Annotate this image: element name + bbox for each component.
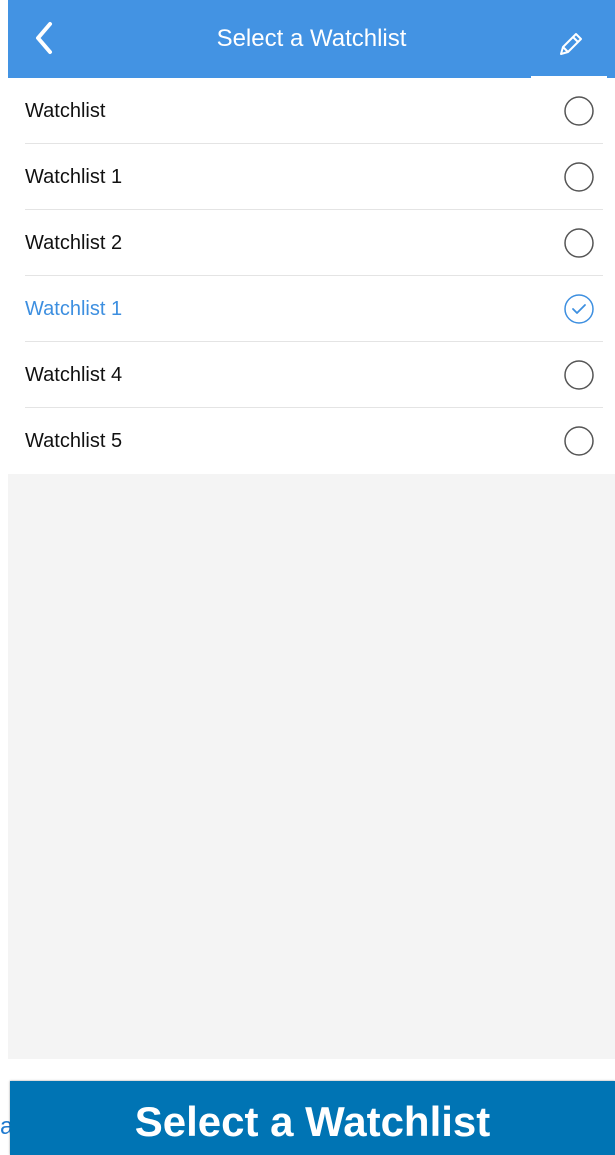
radio-unchecked-icon[interactable] bbox=[563, 227, 595, 259]
list-item[interactable]: Watchlist 2 bbox=[8, 210, 615, 276]
screen: Select a Watchlist Watchlist Watchlist 1… bbox=[0, 0, 615, 1155]
radio-unchecked-icon[interactable] bbox=[563, 95, 595, 127]
radio-unchecked-icon[interactable] bbox=[563, 161, 595, 193]
radio-unchecked-icon[interactable] bbox=[563, 425, 595, 457]
nav-bar: Select a Watchlist bbox=[8, 0, 615, 78]
list-item-label: Watchlist 5 bbox=[25, 430, 123, 452]
list-item[interactable]: Watchlist 4 bbox=[8, 342, 615, 408]
list-item[interactable]: Watchlist bbox=[8, 78, 615, 144]
list-item-label: Watchlist 1 bbox=[25, 298, 123, 320]
radio-checked-icon[interactable] bbox=[563, 293, 595, 325]
list-item-label: Watchlist 1 bbox=[25, 166, 123, 188]
edge-text-fragment: a bbox=[0, 1115, 10, 1140]
caption-bar: Select a Watchlist bbox=[10, 1081, 615, 1155]
list-item-label: Watchlist bbox=[25, 100, 106, 122]
list-item[interactable]: Watchlist 1 bbox=[8, 144, 615, 210]
empty-area bbox=[8, 474, 615, 1059]
list-item-label: Watchlist 2 bbox=[25, 232, 123, 254]
edit-button[interactable] bbox=[531, 16, 607, 78]
list-item-selected[interactable]: Watchlist 1 bbox=[8, 276, 615, 342]
pencil-icon bbox=[560, 33, 582, 55]
list-item-label: Watchlist 4 bbox=[25, 364, 123, 386]
caption-title: Select a Watchlist bbox=[134, 1098, 491, 1145]
watchlist-list: Watchlist Watchlist 1 Watchlist 2 Watchl… bbox=[8, 78, 615, 474]
radio-unchecked-icon[interactable] bbox=[563, 359, 595, 391]
list-item[interactable]: Watchlist 5 bbox=[8, 408, 615, 474]
page-title: Select a Watchlist bbox=[216, 25, 407, 52]
